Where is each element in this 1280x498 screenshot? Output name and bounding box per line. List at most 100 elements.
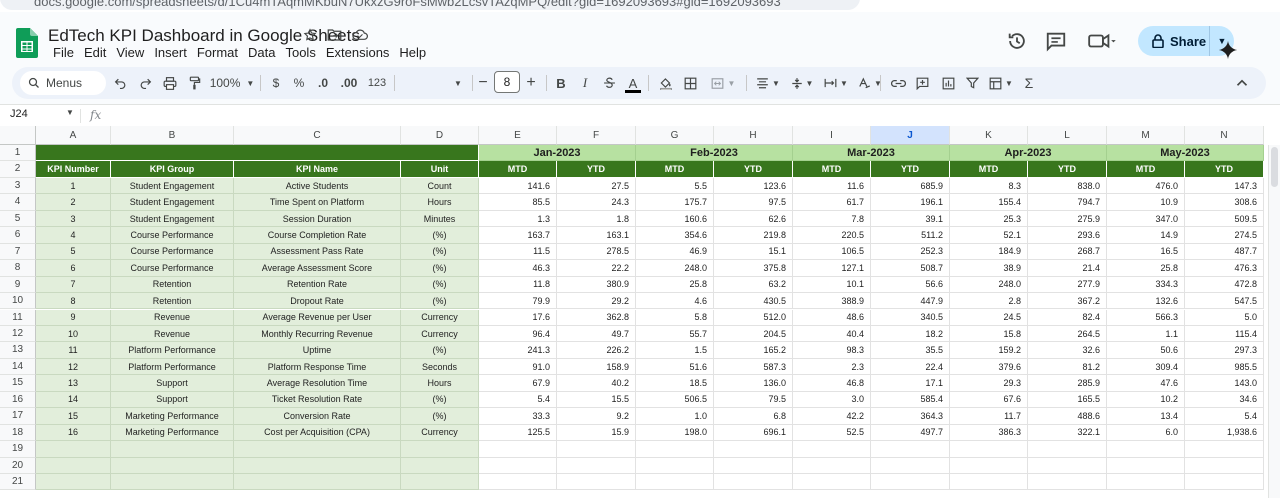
bold-button[interactable]: B: [550, 67, 572, 99]
value-cell[interactable]: 16.5: [1107, 243, 1185, 261]
kpi-name[interactable]: Average Resolution Time: [234, 375, 401, 392]
kpi-unit[interactable]: (%): [401, 391, 479, 409]
empty-cell[interactable]: [871, 474, 950, 491]
empty-cell[interactable]: [1185, 457, 1264, 474]
column-header-e[interactable]: E: [479, 126, 557, 145]
value-cell[interactable]: 15.9: [557, 424, 636, 442]
value-cell[interactable]: 1.1: [1107, 325, 1185, 343]
empty-cell[interactable]: [714, 474, 793, 491]
value-cell[interactable]: 685.9: [871, 177, 950, 195]
value-cell[interactable]: 13.4: [1107, 408, 1185, 425]
value-cell[interactable]: 334.3: [1107, 276, 1185, 294]
value-cell[interactable]: 160.6: [636, 210, 714, 228]
kpi-number[interactable]: 11: [36, 342, 111, 359]
value-cell[interactable]: 506.5: [636, 391, 714, 409]
value-cell[interactable]: 275.9: [1028, 210, 1107, 228]
kpi-group[interactable]: Student Engagement: [111, 194, 234, 211]
empty-cell[interactable]: [1107, 474, 1185, 491]
kpi-name[interactable]: Conversion Rate: [234, 408, 401, 425]
kpi-unit[interactable]: Minutes: [401, 210, 479, 228]
value-cell[interactable]: 511.2: [871, 227, 950, 244]
kpi-name[interactable]: Active Students: [234, 177, 401, 195]
filter-views-icon[interactable]: ▼: [986, 67, 1016, 99]
row-header-18[interactable]: 18: [0, 424, 36, 442]
value-cell[interactable]: 115.4: [1185, 325, 1264, 343]
url-text[interactable]: docs.google.com/spreadsheets/d/1Cu4mTAqm…: [34, 0, 781, 9]
value-cell[interactable]: 322.1: [1028, 424, 1107, 442]
value-cell[interactable]: 85.5: [479, 194, 557, 211]
insert-comment-icon[interactable]: [910, 67, 934, 99]
empty-cell[interactable]: [479, 441, 557, 458]
insert-chart-icon[interactable]: [936, 67, 960, 99]
kpi-group[interactable]: Marketing Performance: [111, 408, 234, 425]
value-cell[interactable]: 46.3: [479, 260, 557, 277]
value-cell[interactable]: 5.4: [479, 391, 557, 409]
value-cell[interactable]: 196.1: [871, 194, 950, 211]
value-cell[interactable]: 566.3: [1107, 309, 1185, 326]
value-cell[interactable]: 379.6: [950, 358, 1028, 376]
value-cell[interactable]: 241.3: [479, 342, 557, 359]
kpi-group[interactable]: Course Performance: [111, 243, 234, 261]
menu-format[interactable]: Format: [192, 45, 243, 60]
row-header-21[interactable]: 21: [0, 474, 36, 491]
row-header-11[interactable]: 11: [0, 309, 36, 326]
font-size-input[interactable]: 8: [494, 71, 520, 93]
value-cell[interactable]: 364.3: [871, 408, 950, 425]
empty-cell[interactable]: [950, 474, 1028, 491]
value-cell[interactable]: 11.6: [793, 177, 871, 195]
percent-format-button[interactable]: %: [288, 67, 310, 99]
value-cell[interactable]: 91.0: [479, 358, 557, 376]
empty-cell[interactable]: [1107, 457, 1185, 474]
value-cell[interactable]: 4.6: [636, 293, 714, 310]
value-cell[interactable]: 10.1: [793, 276, 871, 294]
column-header-f[interactable]: F: [557, 126, 636, 145]
empty-cell[interactable]: [1028, 441, 1107, 458]
value-cell[interactable]: 35.5: [871, 342, 950, 359]
value-cell[interactable]: 362.8: [557, 309, 636, 326]
kpi-name[interactable]: Platform Response Time: [234, 358, 401, 376]
value-cell[interactable]: 63.2: [714, 276, 793, 294]
horizontal-align-icon[interactable]: ▼: [752, 67, 784, 99]
kpi-unit[interactable]: Hours: [401, 194, 479, 211]
empty-cell[interactable]: [1028, 457, 1107, 474]
vertical-scrollbar[interactable]: [1268, 145, 1280, 498]
value-cell[interactable]: 6.0: [1107, 424, 1185, 442]
kpi-name[interactable]: Dropout Rate: [234, 293, 401, 310]
empty-cell[interactable]: [636, 474, 714, 491]
print-icon[interactable]: [158, 67, 182, 99]
spreadsheet-grid[interactable]: A B C D E F G H I J K L M N 1 2 3 4 5 6 7 8 9 10 11 12 13 14 15 16 17 1…: [0, 126, 1280, 498]
value-cell[interactable]: 476.0: [1107, 177, 1185, 195]
value-cell[interactable]: 55.7: [636, 325, 714, 343]
kpi-number[interactable]: 7: [36, 276, 111, 294]
value-cell[interactable]: 380.9: [557, 276, 636, 294]
zoom-select[interactable]: 100% ▼: [208, 67, 256, 99]
undo-icon[interactable]: [108, 67, 132, 99]
value-cell[interactable]: 50.6: [1107, 342, 1185, 359]
kpi-number[interactable]: 4: [36, 227, 111, 244]
value-cell[interactable]: 587.3: [714, 358, 793, 376]
value-cell[interactable]: 308.6: [1185, 194, 1264, 211]
value-cell[interactable]: 3.0: [793, 391, 871, 409]
kpi-unit[interactable]: Currency: [401, 424, 479, 442]
row-header-13[interactable]: 13: [0, 342, 36, 359]
empty-cell[interactable]: [111, 474, 234, 491]
value-cell[interactable]: 18.2: [871, 325, 950, 343]
decrease-decimal-button[interactable]: .0: [312, 67, 334, 99]
functions-button[interactable]: Σ: [1018, 67, 1040, 99]
value-cell[interactable]: 106.5: [793, 243, 871, 261]
kpi-group[interactable]: Student Engagement: [111, 177, 234, 195]
empty-cell[interactable]: [793, 441, 871, 458]
font-size-increase-button[interactable]: +: [522, 67, 540, 99]
kpi-unit[interactable]: Currency: [401, 309, 479, 326]
value-cell[interactable]: 268.7: [1028, 243, 1107, 261]
kpi-name[interactable]: Cost per Acquisition (CPA): [234, 424, 401, 442]
kpi-group[interactable]: Platform Performance: [111, 358, 234, 376]
menu-file[interactable]: File: [48, 45, 79, 60]
value-cell[interactable]: 447.9: [871, 293, 950, 310]
value-cell[interactable]: 163.7: [479, 227, 557, 244]
kpi-unit[interactable]: Hours: [401, 375, 479, 392]
value-cell[interactable]: 6.8: [714, 408, 793, 425]
menu-insert[interactable]: Insert: [149, 45, 192, 60]
value-cell[interactable]: 198.0: [636, 424, 714, 442]
empty-cell[interactable]: [557, 441, 636, 458]
